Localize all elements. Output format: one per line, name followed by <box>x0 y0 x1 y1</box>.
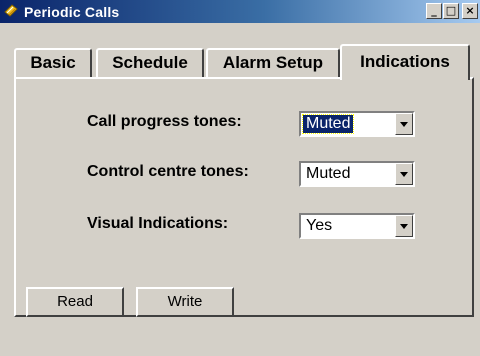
visual-indications-dropdown-button[interactable] <box>395 215 413 237</box>
control-centre-dropdown-button[interactable] <box>395 163 413 185</box>
title-bar[interactable]: Periodic Calls _ □ × <box>0 0 480 23</box>
tab-indications[interactable]: Indications <box>340 44 470 80</box>
read-button[interactable]: Read <box>26 287 124 317</box>
app-icon <box>3 3 19 19</box>
dropdown-arrow-icon <box>400 224 408 229</box>
window-title: Periodic Calls <box>24 4 120 20</box>
call-progress-tones-value: Muted <box>301 114 355 134</box>
visual-indications-value: Yes <box>306 217 333 234</box>
control-centre-tones-value: Muted <box>306 165 351 182</box>
visual-indications-select[interactable]: Yes <box>299 213 415 239</box>
dropdown-arrow-icon <box>400 172 408 177</box>
dropdown-arrow-icon <box>400 122 408 127</box>
tab-basic[interactable]: Basic <box>14 48 92 78</box>
visual-indications-label: Visual Indications: <box>87 215 229 232</box>
close-button[interactable]: × <box>462 3 478 19</box>
indications-panel: Call progress tones: Muted Control centr… <box>14 77 474 317</box>
maximize-button[interactable]: □ <box>443 3 459 19</box>
tab-alarm-setup[interactable]: Alarm Setup <box>206 48 340 78</box>
write-button[interactable]: Write <box>136 287 234 317</box>
minimize-button[interactable]: _ <box>426 3 442 19</box>
tab-schedule[interactable]: Schedule <box>96 48 204 78</box>
control-centre-tones-select[interactable]: Muted <box>299 161 415 187</box>
call-progress-tones-label: Call progress tones: <box>87 113 242 130</box>
call-progress-dropdown-button[interactable] <box>395 113 413 135</box>
call-progress-tones-select[interactable]: Muted <box>299 111 415 137</box>
control-centre-tones-label: Control centre tones: <box>87 163 249 180</box>
